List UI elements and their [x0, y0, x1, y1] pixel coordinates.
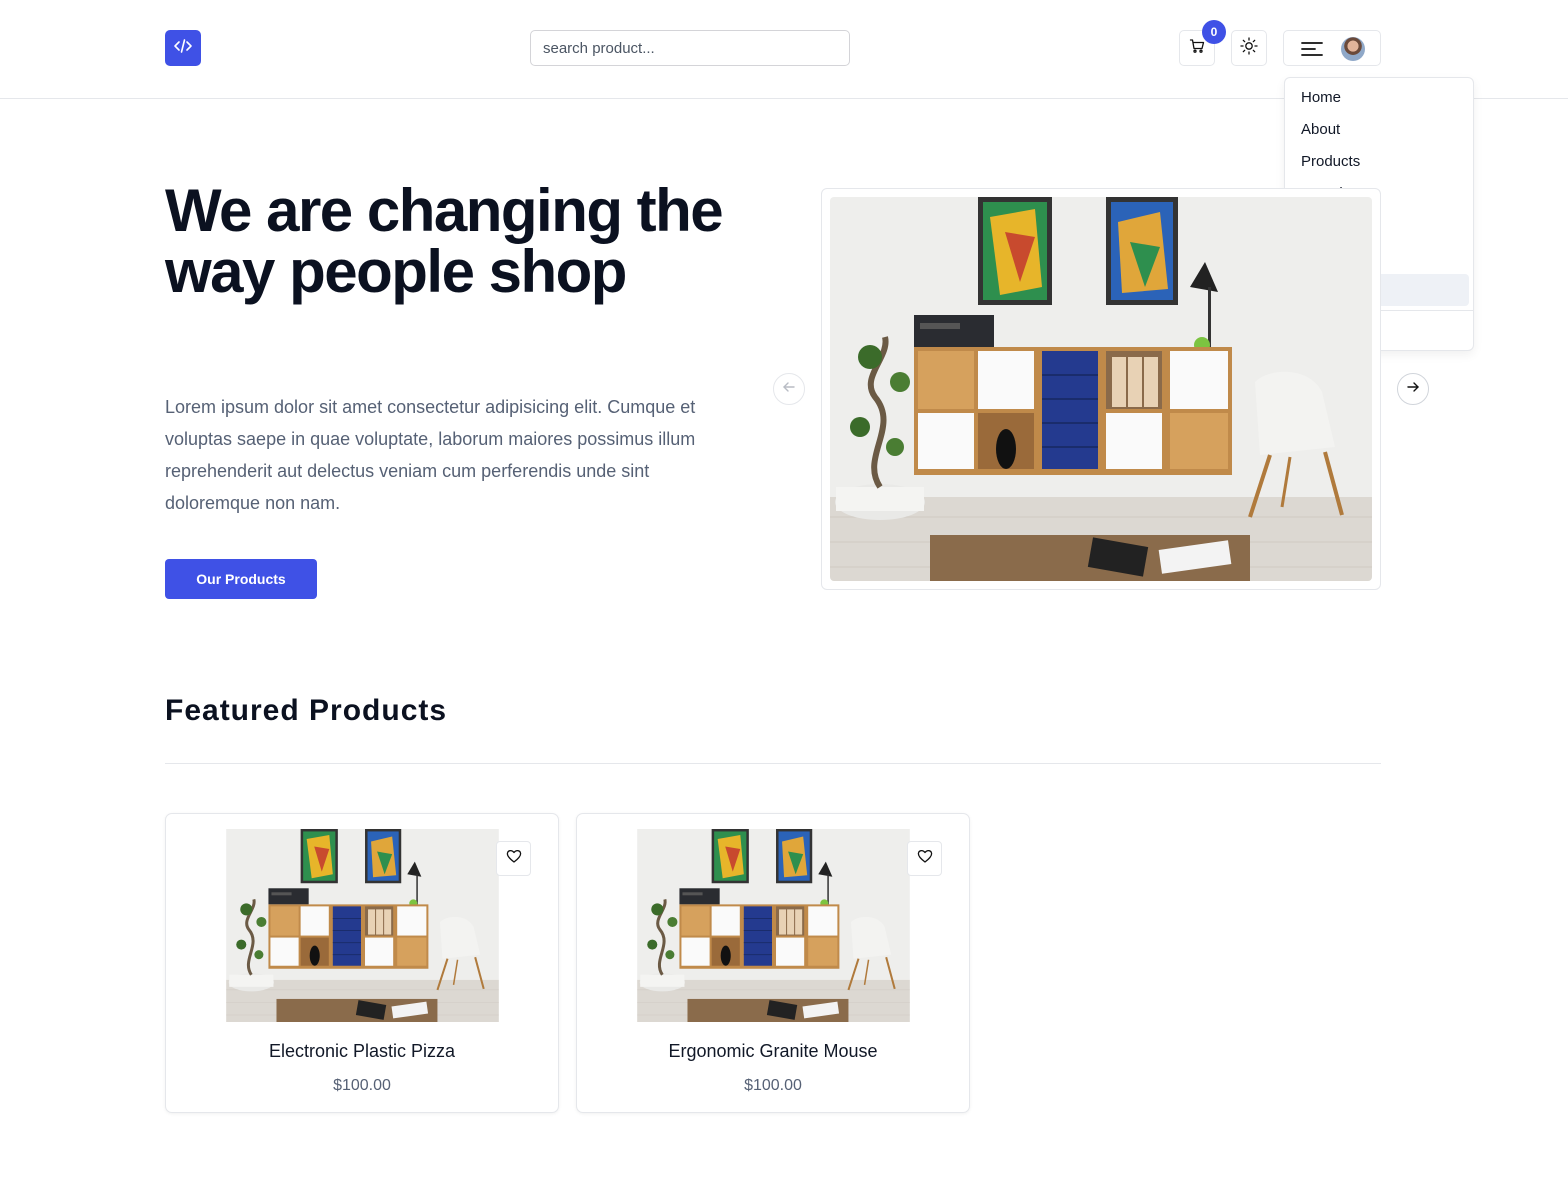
menu-item-products[interactable]: Products [1289, 146, 1469, 178]
favorite-button[interactable] [496, 841, 531, 876]
hero-title: We are changing the way people shop [165, 177, 724, 305]
heart-icon [917, 848, 933, 869]
product-image [593, 829, 954, 1022]
menu-icon [1301, 41, 1323, 62]
carousel-next-button[interactable] [1397, 373, 1429, 405]
cart-count-badge: 0 [1202, 20, 1226, 44]
hero-description: Lorem ipsum dolor sit amet consectetur a… [165, 397, 696, 513]
heart-icon [506, 848, 522, 869]
menu-item-home[interactable]: Home [1289, 82, 1469, 114]
sun-icon [1240, 36, 1258, 60]
product-name[interactable]: Electronic Plastic Pizza [166, 1041, 558, 1062]
product-price: $100.00 [744, 1077, 802, 1094]
avatar [1341, 37, 1365, 61]
carousel-image [830, 197, 1372, 581]
user-menu-button[interactable] [1283, 30, 1381, 66]
carousel-prev-button[interactable] [773, 373, 805, 405]
product-price: $100.00 [333, 1077, 391, 1094]
product-name[interactable]: Ergonomic Granite Mouse [577, 1041, 969, 1062]
arrow-right-icon [1406, 380, 1420, 399]
product-card[interactable]: Electronic Plastic Pizza $100.00 [165, 813, 559, 1113]
favorite-button[interactable] [907, 841, 942, 876]
menu-item-about[interactable]: About [1289, 114, 1469, 146]
our-products-button[interactable]: Our Products [165, 559, 317, 599]
product-card[interactable]: Ergonomic Granite Mouse $100.00 [576, 813, 970, 1113]
theme-toggle-button[interactable] [1231, 30, 1267, 66]
search-input[interactable] [530, 30, 850, 66]
arrow-left-icon [782, 380, 796, 399]
product-image [182, 829, 543, 1022]
featured-products-title: Featured Products [165, 694, 448, 727]
section-divider [165, 763, 1381, 764]
cart-icon [1189, 38, 1205, 59]
logo[interactable] [165, 30, 201, 66]
code-icon [173, 36, 193, 61]
hero-carousel [821, 188, 1381, 590]
